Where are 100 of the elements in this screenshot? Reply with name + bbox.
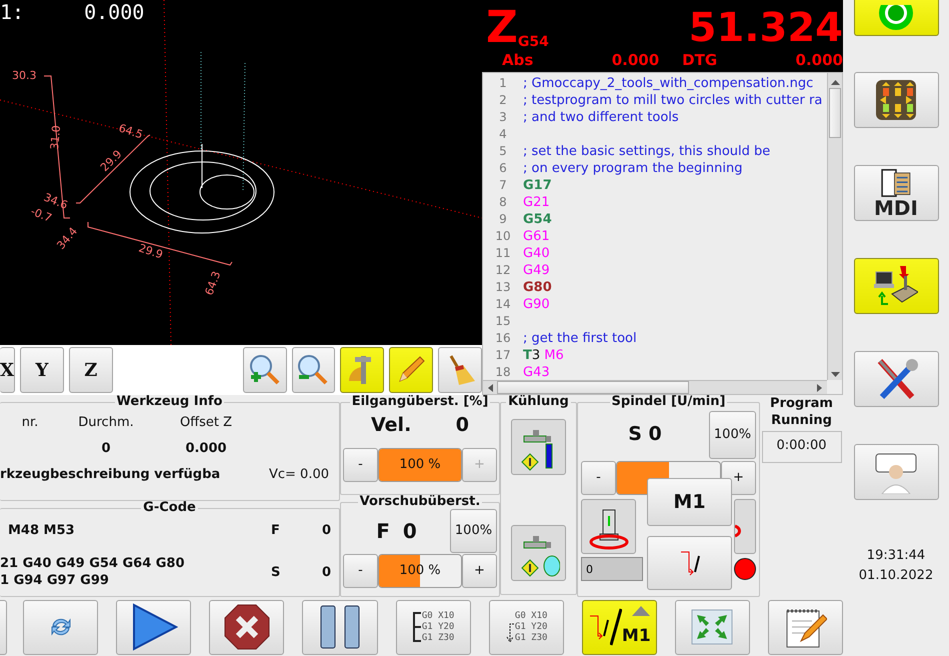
document-icon [879,168,913,198]
toolbar-button[interactable] [768,600,844,654]
active-mcodes: M48 M53 [8,522,76,540]
block-delete-icon [588,614,610,640]
timer-title: Program Running [769,395,834,429]
mode-label: MDI [874,198,918,218]
column-value: 0.000 [185,440,227,456]
column-value: 0 [101,440,111,456]
line-number: 7 [498,177,508,194]
code-line: G49 [523,262,550,279]
elapsed-time: 0:00:00 [762,431,842,462]
value: 0 [322,564,331,582]
vertical-scrollbar[interactable] [827,73,842,380]
scroll-up-icon[interactable] [831,80,840,85]
abs-value: 0.000 [612,50,660,70]
panel-title: Spindel [U/min] [610,395,726,409]
clock-date: 01.10.2022 [858,566,934,584]
optional-stop-label: M1 [622,625,651,648]
velocity-label: Vel. [371,413,412,438]
arrow-down-icon [504,623,515,643]
abs-label: Abs [502,50,534,70]
line-number: 17 [494,347,512,364]
power-button[interactable] [854,0,938,36]
mode-button[interactable] [854,351,938,407]
jog-arrows-icon [874,78,918,122]
mode-button[interactable] [854,72,938,128]
active-gcodes: 21 G40 G49 G54 G64 G80 1 G94 G97 G99 [0,554,186,588]
minus-button[interactable]: - [343,448,378,482]
speed-field[interactable]: 0 [581,557,643,581]
line-number: 3 [498,109,508,126]
panel-title: G-Code [142,501,197,515]
minus-button[interactable]: - [581,461,616,495]
mode-button[interactable]: MDI [854,165,938,221]
code-line: ; and two different tools [523,109,679,126]
line-number: 6 [498,160,508,177]
axis-value: 51.324 [688,6,843,50]
zoom-in-icon [248,353,282,387]
line-number: 8 [498,194,508,211]
code-line: ; get the first tool [523,330,637,347]
view-button[interactable]: Z [68,347,113,393]
column-heading: Durchm. [77,414,135,432]
scroll-right-icon[interactable] [817,384,822,392]
toolbar-button[interactable] [116,600,192,654]
code-line: ; testprogram to mill two circles with cutter ra [523,92,822,109]
scroll-down-icon[interactable] [831,372,840,377]
code-line: G54 [523,211,552,228]
mode-button[interactable] [854,258,938,314]
spindle-right-button[interactable] [734,499,756,554]
line-number: 15 [494,313,512,330]
spindle-left-button[interactable] [581,499,636,554]
bracket-icon [412,610,422,644]
velocity-value: 0 [456,413,469,438]
readout-label: 1: [0,0,24,24]
scrollbar-thumb[interactable] [497,381,689,394]
toolbar-button[interactable]: G0 X10 G1 Y20 G1 Z30 [396,600,471,654]
view-button[interactable]: X [0,347,15,393]
line-number: 12 [494,262,512,279]
view-button[interactable]: Y [20,347,64,393]
value: 0 [322,522,331,540]
reset-button[interactable]: 100% [450,509,497,553]
minus-button[interactable]: - [343,554,378,588]
override-slider[interactable]: 100 % [378,448,462,482]
line-number: 11 [494,245,512,262]
menu-item[interactable] [647,536,732,590]
toolbar-button[interactable]: M1 [582,600,657,654]
code-line: ; on every program the beginning [523,160,742,177]
toolbar-button[interactable]: G0 X10 G1 Y20 G1 Z30 [488,600,564,654]
coolant-button[interactable] [511,525,566,581]
toolbar-button[interactable] [302,600,378,654]
panel-title: Kühlung [507,395,570,409]
menu-item[interactable]: M1 [647,478,732,526]
coolant-button[interactable] [511,419,566,475]
code-line: G61 [523,228,550,245]
line-number: 1 [498,75,508,92]
toolbar-button[interactable] [209,600,284,654]
plus-button[interactable]: + [462,554,497,588]
scroll-left-icon[interactable] [488,384,493,392]
slash-icon [610,607,622,647]
code-sample: G0 X10 G1 Y20 G1 Z30 [514,610,548,644]
spindle-speed: S 0 [628,422,662,445]
coordinate-system: G54 [518,34,549,50]
dimension-label: 64.5 [117,122,144,142]
clock-time: 19:31:44 [866,547,926,565]
dropdown-arrow-icon [632,606,650,616]
code-line: G90 [523,296,550,313]
column-heading: Offset Z [178,414,234,432]
cutting-speed: Vc= 0.00 [268,466,329,484]
feed-label: F [376,518,390,545]
line-number: 16 [494,330,512,347]
column-heading: nr. [20,414,40,432]
readout-value: 0.000 [84,0,144,24]
panel-title: Vorschubüberst. [358,495,482,509]
feed-value: 0 [402,518,417,545]
horizontal-scrollbar[interactable] [483,380,827,394]
dimension-label: 64.3 [202,270,224,298]
code-line: ; set the basic settings, this should be [523,143,770,160]
panel-title: Eilgangüberst. [%] [350,395,490,409]
scrollbar-thumb[interactable] [829,88,841,138]
reset-button[interactable]: 100% [709,411,756,459]
line-number: 13 [494,279,512,296]
